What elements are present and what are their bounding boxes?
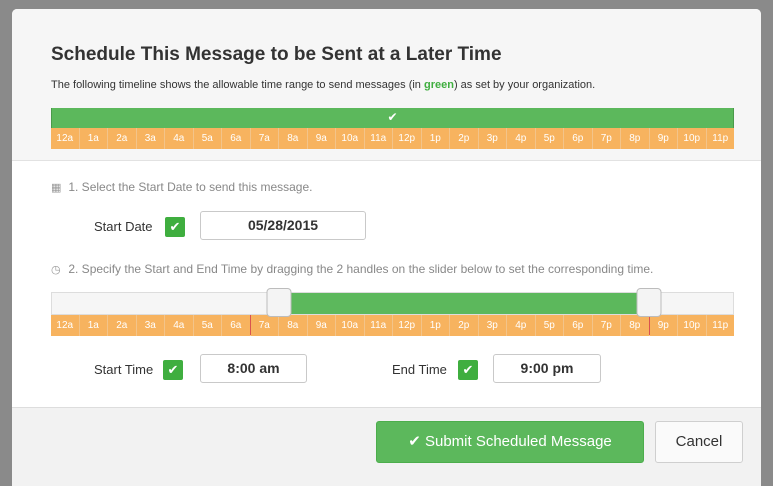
allowed-timeline: ✔ 12a 1a 2a 3a 4a 5a 6a 7a 8a 9a 10a 11a 12p 1p 2p 3p 4p… xyxy=(51,108,734,149)
step-1-instruction: ▦ 1. Select the Start Date to send this … xyxy=(51,180,312,194)
hour-label: 9p xyxy=(650,315,678,336)
hour-label: 6a xyxy=(222,315,251,336)
check-icon: ✔ xyxy=(462,362,474,377)
subtitle-text-before: The following timeline shows the allowab… xyxy=(51,79,424,91)
allowed-range-bar: ✔ xyxy=(51,108,734,128)
hour-label: 7p xyxy=(593,128,621,149)
hour-label: 7a xyxy=(251,315,279,336)
hour-label: 10a xyxy=(336,315,365,336)
clock-icon: ◷ xyxy=(51,264,61,276)
hour-label: 1a xyxy=(80,128,108,149)
hour-label: 10p xyxy=(678,128,707,149)
dialog-subtitle: The following timeline shows the allowab… xyxy=(51,79,595,91)
hour-label: 4p xyxy=(507,315,536,336)
check-icon: ✔ xyxy=(408,433,421,450)
hour-label: 11a xyxy=(365,128,393,149)
start-time-checkbox[interactable]: ✔ xyxy=(163,360,183,380)
hour-label: 5a xyxy=(194,315,222,336)
hour-label: 12a xyxy=(51,315,80,336)
end-time-checkbox[interactable]: ✔ xyxy=(458,360,478,380)
hour-label: 9a xyxy=(308,128,336,149)
hour-label: 9p xyxy=(650,128,678,149)
dialog-footer: ✔ Submit Scheduled Message Cancel xyxy=(12,407,761,486)
step-2-text: 2. Specify the Start and End Time by dra… xyxy=(68,262,654,276)
hour-label: 5a xyxy=(194,128,222,149)
hour-label: 12p xyxy=(393,128,422,149)
hour-label: 8a xyxy=(279,315,308,336)
start-date-checkbox[interactable]: ✔ xyxy=(165,217,185,237)
hour-label: 2a xyxy=(108,128,137,149)
start-time-handle[interactable] xyxy=(266,288,292,317)
hour-label: 7p xyxy=(593,315,621,336)
end-time-marker xyxy=(648,315,650,335)
hour-label: 9a xyxy=(308,315,336,336)
hour-label: 1p xyxy=(422,315,450,336)
start-time-input[interactable]: 8:00 am xyxy=(200,354,307,383)
hour-label: 11p xyxy=(712,133,729,144)
start-time-label: Start Time xyxy=(94,362,154,377)
start-date-input[interactable]: 05/28/2015 xyxy=(200,211,366,240)
hour-label: 7a xyxy=(251,128,279,149)
step-1-text: 1. Select the Start Date to send this me… xyxy=(68,180,313,194)
hour-label: 1a xyxy=(80,315,108,336)
check-icon: ✔ xyxy=(169,219,181,234)
subtitle-text-after: ) as set by your organization. xyxy=(453,79,596,91)
submit-scheduled-message-button[interactable]: ✔ Submit Scheduled Message xyxy=(376,421,644,463)
hour-label: 6p xyxy=(564,315,593,336)
hour-label: 3a xyxy=(137,128,165,149)
hour-label: 6p xyxy=(564,128,593,149)
selected-time-range xyxy=(279,293,650,314)
hour-label: 2a xyxy=(108,315,137,336)
cancel-button[interactable]: Cancel xyxy=(655,421,743,463)
time-slider-track[interactable] xyxy=(51,292,734,315)
hour-label: 5p xyxy=(536,128,564,149)
schedule-dialog: Schedule This Message to be Sent at a La… xyxy=(12,9,761,486)
end-time-input[interactable]: 9:00 pm xyxy=(493,354,601,383)
end-time-label: End Time xyxy=(392,362,447,377)
subtitle-green-word: green xyxy=(423,79,454,91)
allowed-hour-labels: 12a 1a 2a 3a 4a 5a 6a 7a 8a 9a 10a 11a 12p 1p 2p 3p 4p 5p… xyxy=(51,128,734,149)
hour-label: 12a xyxy=(51,128,80,149)
dialog-title: Schedule This Message to be Sent at a La… xyxy=(51,44,502,65)
end-time-handle[interactable] xyxy=(636,288,662,317)
hour-label: 4a xyxy=(165,315,194,336)
hour-label: 12p xyxy=(393,315,422,336)
hour-label: 2p xyxy=(450,128,479,149)
submit-button-label: Submit Scheduled Message xyxy=(424,433,612,450)
hour-label: 1p xyxy=(422,128,450,149)
hour-label: 3p xyxy=(479,128,507,149)
hour-label: 8p xyxy=(621,315,650,336)
hour-label: 6a xyxy=(222,128,251,149)
hour-label: 11p xyxy=(712,320,729,331)
hour-label: 10a xyxy=(336,128,365,149)
hour-label: 10p xyxy=(678,315,707,336)
hour-label: 4p xyxy=(507,128,536,149)
hour-label: 11a xyxy=(365,315,393,336)
check-icon: ✔ xyxy=(167,362,179,377)
hour-label: 8a xyxy=(279,128,308,149)
start-date-label: Start Date xyxy=(94,219,153,234)
check-icon: ✔ xyxy=(387,110,398,124)
slider-hour-labels: 12a 1a 2a 3a 4a 5a 6a 7a 8a 9a 10a 11a 12p 1p 2p 3p 4p 5p… xyxy=(51,315,734,336)
hour-label: 4a xyxy=(165,128,194,149)
step-2-instruction: ◷ 2. Specify the Start and End Time by d… xyxy=(51,262,653,276)
hour-label: 5p xyxy=(536,315,564,336)
hour-label: 3p xyxy=(479,315,507,336)
header-section: Schedule This Message to be Sent at a La… xyxy=(12,9,761,161)
start-time-marker xyxy=(250,315,252,335)
hour-label: 2p xyxy=(450,315,479,336)
calendar-icon: ▦ xyxy=(51,182,62,194)
hour-label: 3a xyxy=(137,315,165,336)
hour-label: 8p xyxy=(621,128,650,149)
